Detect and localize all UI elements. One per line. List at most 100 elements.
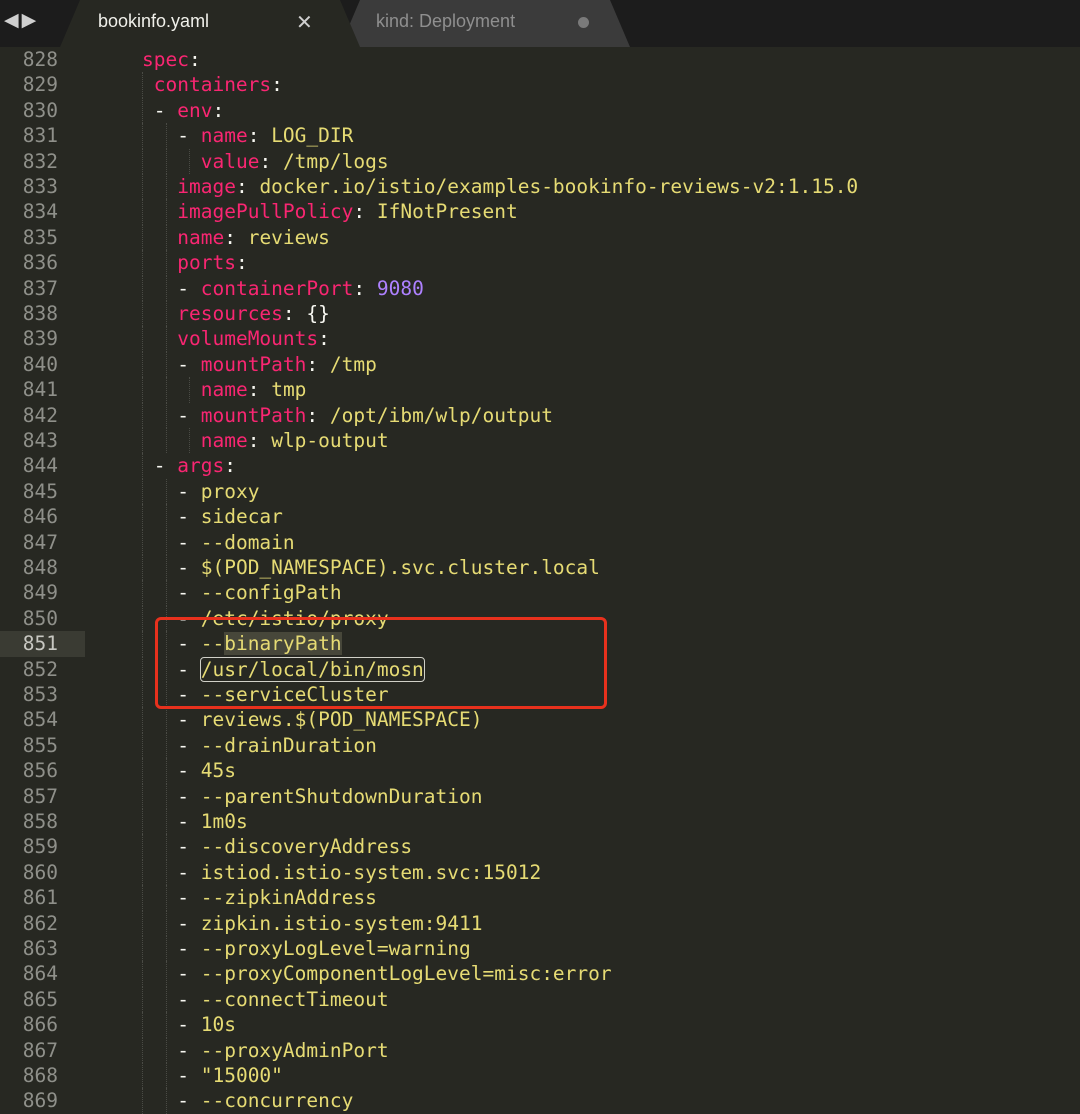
code-token: --domain (200, 530, 295, 554)
code-token: "15000" (200, 1064, 283, 1087)
indent-guide (142, 199, 143, 225)
code-text: - mountPath: /tmp (177, 352, 377, 377)
code-text: name: wlp-output (201, 428, 389, 453)
code-token: -- (200, 632, 225, 656)
code-token: mountPath (200, 403, 307, 427)
close-icon[interactable]: ✕ (296, 10, 313, 34)
code-line: 861 - --zipkinAddress (0, 885, 1080, 911)
code-token: containerPort (200, 276, 354, 300)
indent-guide (142, 910, 143, 936)
code-text: - reviews.$(POD_NAMESPACE) (177, 707, 482, 732)
code-token: : (259, 149, 283, 173)
code-token: - (177, 733, 201, 757)
line-number: 853 (22, 683, 58, 706)
code-line: 859 - --discoveryAddress (0, 834, 1080, 860)
code-line: 847 - --domain (0, 529, 1080, 555)
code-token: : (306, 403, 330, 427)
code-line: 838 resources: {} (0, 301, 1080, 327)
line-number: 859 (22, 835, 58, 859)
tab-bookinfo-yaml[interactable]: bookinfo.yaml ✕ (60, 0, 360, 47)
indent-guide (142, 580, 143, 606)
indent-guide (165, 707, 167, 733)
indent-guide (165, 580, 167, 606)
back-forward-arrows-icon[interactable]: ◀▶ (4, 9, 39, 31)
indent-guide (142, 1012, 143, 1038)
indent-guide (165, 148, 167, 174)
code-text: name: tmp (201, 377, 307, 402)
indent-guide (142, 275, 143, 301)
code-token: - (177, 352, 201, 376)
code-text: - "15000" (177, 1063, 283, 1088)
code-token: - (177, 860, 201, 884)
code-line: 833 image: docker.io/istio/examples-booki… (0, 174, 1080, 200)
code-line: 863 - --proxyLogLevel=warning (0, 936, 1080, 962)
code-text: - --drainDuration (177, 733, 377, 758)
indent-guide (142, 478, 143, 505)
indent-guide (142, 174, 143, 200)
indent-guide (142, 529, 143, 555)
indent-guide (142, 936, 143, 962)
indent-guide (142, 224, 143, 251)
code-token: - (177, 1013, 201, 1037)
code-token: reviews (247, 225, 330, 249)
code-line: 852 - /usr/local/bin/mosn (0, 656, 1080, 682)
code-token: name (200, 429, 248, 452)
indent-guide (165, 301, 167, 327)
code-line: 844 - args: (0, 453, 1080, 479)
line-number: 838 (22, 302, 58, 325)
code-token: --zipkinAddress (200, 886, 377, 910)
line-number: 854 (22, 708, 58, 732)
code-token: - (177, 505, 201, 529)
code-line: 856 - 45s (0, 758, 1080, 784)
line-number: 857 (22, 784, 58, 808)
line-number: 831 (22, 124, 58, 148)
indent-guide (142, 72, 143, 98)
code-token: - (177, 886, 201, 910)
code-lines: 828 spec: 829 containers: 830 - env: 831 - name… (0, 47, 1080, 1114)
code-token: - (177, 276, 201, 300)
code-token: env (177, 98, 213, 122)
indent-guide (142, 682, 143, 708)
indent-guide (142, 986, 143, 1013)
code-token: : (353, 276, 377, 300)
code-token: : (247, 124, 272, 148)
line-number: 852 (22, 657, 58, 681)
code-token: docker.io/istio/examples-bookinfo-review… (259, 175, 859, 198)
code-line: 867 - --proxyAdminPort (0, 1037, 1080, 1063)
code-token: name (200, 124, 248, 148)
code-token: 10s (200, 1013, 236, 1037)
tab-kind-deployment[interactable]: kind: Deployment (340, 0, 630, 47)
line-number: 837 (22, 276, 58, 300)
code-line: 836 ports: (0, 250, 1080, 276)
code-token: - (177, 530, 201, 554)
code-token: mountPath (200, 352, 307, 376)
line-number: 855 (22, 733, 58, 757)
code-line: 843 name: wlp-output (0, 428, 1080, 454)
code-token: - (177, 810, 201, 833)
tab-label: kind: Deployment (376, 11, 516, 31)
indent-guide (142, 1063, 143, 1089)
code-text: - --proxyComponentLogLevel=misc:error (177, 961, 611, 986)
indent-guide (165, 377, 167, 403)
code-token: : (318, 327, 330, 351)
indent-guide (142, 453, 143, 479)
code-text: imagePullPolicy: IfNotPresent (177, 199, 517, 224)
code-editor[interactable]: 828 spec: 829 containers: 830 - env: 831 - name… (0, 47, 1080, 1114)
code-token: - (177, 556, 201, 579)
code-token: /etc/istio/proxy (200, 606, 389, 630)
indent-guide (165, 682, 167, 708)
code-token: - (177, 1089, 201, 1113)
line-number: 868 (22, 1064, 58, 1087)
indent-guide (165, 1088, 167, 1114)
code-text: - args: (154, 453, 236, 478)
code-token: - (177, 479, 201, 503)
code-token: - (177, 606, 201, 630)
code-token: : (224, 225, 248, 249)
line-number: 849 (22, 581, 58, 605)
line-number: 860 (22, 860, 58, 884)
line-number: 846 (22, 505, 58, 529)
code-line: 837 - containerPort: 9080 (0, 275, 1080, 301)
indent-guide (165, 478, 167, 505)
indent-guide (165, 504, 167, 530)
code-token: --connectTimeout (200, 987, 389, 1011)
